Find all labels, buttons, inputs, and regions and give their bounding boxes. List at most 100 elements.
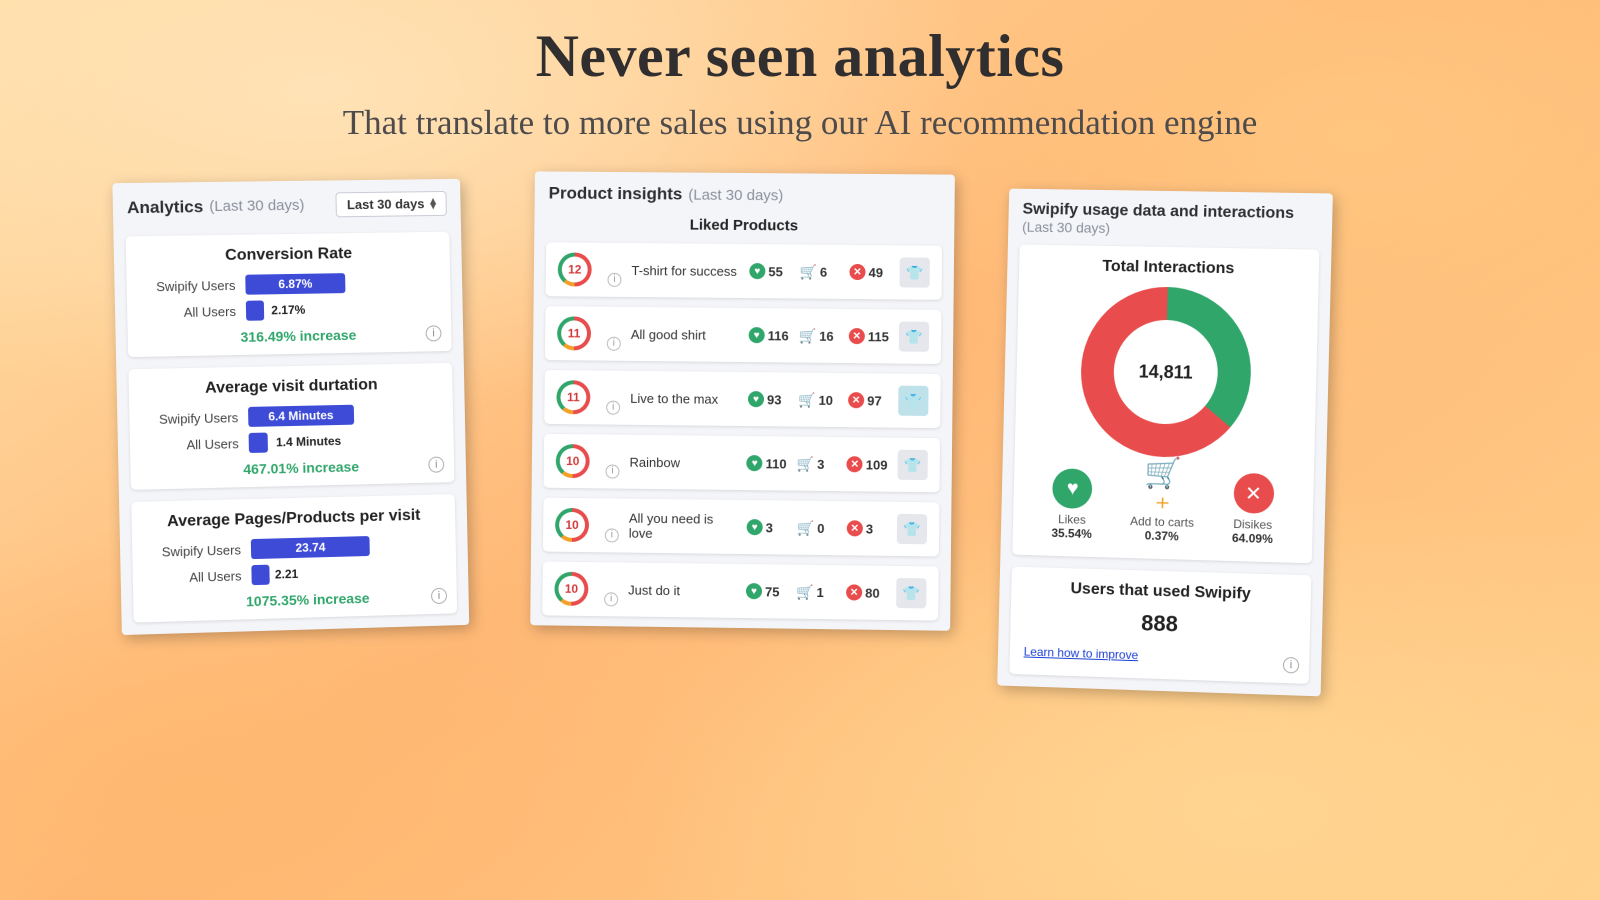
row-label: Swipify Users: [146, 542, 241, 560]
chevron-updown-icon: [430, 198, 436, 210]
product-row[interactable]: 10 i All you need is love ♥3 🛒0 ✕3 👕: [543, 498, 939, 557]
cart-icon: 🛒: [799, 329, 817, 343]
likes-value: 116: [768, 328, 789, 343]
likes-value: 110: [766, 456, 787, 471]
bar-track: 2.17%: [246, 298, 437, 321]
cart-icon: 🛒⁺: [1142, 470, 1183, 511]
product-thumbnail: 👕: [896, 578, 926, 608]
cart-icon: 🛒: [799, 264, 817, 278]
metric-row: All Users1.4 Minutes: [144, 429, 440, 456]
interactions-donut: 14,811: [1079, 285, 1253, 459]
cart-icon: 🛒: [796, 585, 814, 599]
row-label: Swipify Users: [141, 277, 236, 294]
likes-stat: ♥93: [748, 391, 788, 407]
product-row[interactable]: 11iLive to the max♥93🛒10✕97👕: [544, 370, 940, 428]
product-row[interactable]: 12iT-shirt for success♥55🛒6✕49👕: [546, 242, 942, 300]
carts-value: 1: [816, 584, 823, 599]
product-name: Just do it: [628, 582, 736, 598]
product-thumbnail: 👕: [897, 514, 927, 544]
info-icon[interactable]: i: [1283, 657, 1300, 674]
rank-ring: 11: [557, 316, 591, 350]
carts-pct: 0.37%: [1130, 528, 1194, 544]
likes-stat: ♥3: [747, 519, 787, 535]
heart-icon: ♥: [746, 583, 762, 599]
close-icon: ✕: [1233, 473, 1274, 514]
bar-value: 23.74: [295, 540, 325, 555]
dislikes-pct: 64.09%: [1232, 531, 1273, 546]
dislikes-value: 115: [868, 329, 889, 344]
bar-value: 6.87%: [278, 277, 312, 292]
metric-title: Average visit durtation: [143, 375, 439, 399]
likes-pct: 35.54%: [1051, 526, 1092, 541]
hero-subtitle: That translate to more sales using our A…: [0, 103, 1600, 143]
carts-label: Add to carts: [1130, 514, 1194, 530]
rank-ring: 10: [556, 444, 590, 478]
rank-value: 10: [566, 454, 579, 468]
dislikes-value: 97: [867, 393, 882, 408]
product-name: All good shirt: [631, 326, 739, 342]
dislikes-stat: ✕80: [846, 584, 886, 601]
rank-value: 11: [567, 390, 580, 404]
metric-title: Average Pages/Products per visit: [146, 506, 442, 531]
carts-stat: 🛒0: [797, 520, 837, 535]
carts-value: 6: [820, 264, 827, 279]
analytics-period: (Last 30 days): [209, 197, 305, 215]
info-icon[interactable]: i: [607, 337, 621, 351]
product-insights-period: (Last 30 days): [688, 186, 783, 204]
likes-stat: ♥116: [749, 327, 789, 343]
info-icon[interactable]: i: [606, 401, 620, 415]
carts-value: 0: [817, 520, 824, 535]
metric-row: All Users2.17%: [141, 298, 437, 323]
bar-value: 6.4 Minutes: [268, 408, 334, 423]
product-insights-panel: Product insights (Last 30 days) Liked Pr…: [530, 171, 955, 630]
dislikes-value: 109: [866, 457, 888, 472]
product-thumbnail: 👕: [899, 257, 929, 287]
info-icon[interactable]: i: [431, 588, 447, 604]
bar-track: 2.21: [251, 560, 442, 585]
dislikes-stat: ✕3: [847, 520, 887, 537]
learn-link[interactable]: Learn how to improve: [1024, 645, 1139, 663]
analytics-panel: Analytics (Last 30 days) Last 30 days Co…: [112, 179, 469, 635]
dislikes-label: Disikes: [1232, 517, 1273, 532]
period-select[interactable]: Last 30 days: [336, 191, 447, 217]
dislikes-summary: ✕ Disikes 64.09%: [1232, 473, 1275, 546]
cart-icon: 🛒: [798, 393, 816, 407]
product-name: Live to the max: [630, 390, 738, 406]
interactions-total: 14,811: [1113, 319, 1219, 425]
info-icon[interactable]: i: [605, 464, 619, 478]
product-row[interactable]: 10iJust do it♥75🛒1✕80👕: [542, 562, 938, 621]
info-icon[interactable]: i: [425, 325, 441, 341]
likes-value: 55: [768, 264, 783, 279]
metric-card: Average visit durtation Swipify Users 6.4 …: [128, 363, 454, 490]
metric-card: Conversion RateSwipify Users6.87%All Use…: [126, 232, 452, 357]
info-icon[interactable]: i: [604, 592, 618, 606]
metric-row: Swipify Users 23.74: [146, 534, 442, 562]
dislikes-value: 80: [865, 585, 880, 600]
likes-stat: ♥55: [749, 263, 789, 279]
bar-track: 6.87%: [245, 272, 436, 295]
carts-value: 10: [818, 392, 833, 407]
rank-value: 11: [568, 326, 581, 340]
metric-row: Swipify Users 6.87%: [141, 272, 437, 297]
product-row[interactable]: 10iRainbow♥110🛒3✕109👕: [544, 434, 940, 492]
info-icon[interactable]: i: [607, 273, 621, 287]
close-icon: ✕: [848, 392, 864, 408]
rank-value: 10: [565, 582, 578, 596]
product-row[interactable]: 11iAll good shirt♥116🛒16✕115👕: [545, 306, 941, 364]
close-icon: ✕: [847, 456, 863, 472]
product-name: All you need is love: [629, 511, 737, 542]
rank-ring: 10: [555, 508, 589, 542]
row-label: Swipify Users: [143, 410, 238, 427]
carts-stat: 🛒3: [797, 456, 837, 471]
info-icon[interactable]: i: [428, 457, 444, 473]
carts-stat: 🛒10: [798, 392, 838, 407]
info-icon[interactable]: i: [605, 528, 619, 542]
carts-stat: 🛒6: [799, 264, 839, 279]
usage-panel: Swipify usage data and interactions (Las…: [997, 189, 1333, 697]
cart-icon: 🛒: [797, 521, 815, 535]
rank-value: 10: [565, 518, 578, 532]
bar-track: 6.4 Minutes: [248, 403, 439, 427]
rank-value: 12: [568, 262, 581, 276]
carts-stat: 🛒1: [796, 584, 836, 600]
dislikes-value: 3: [866, 521, 873, 536]
